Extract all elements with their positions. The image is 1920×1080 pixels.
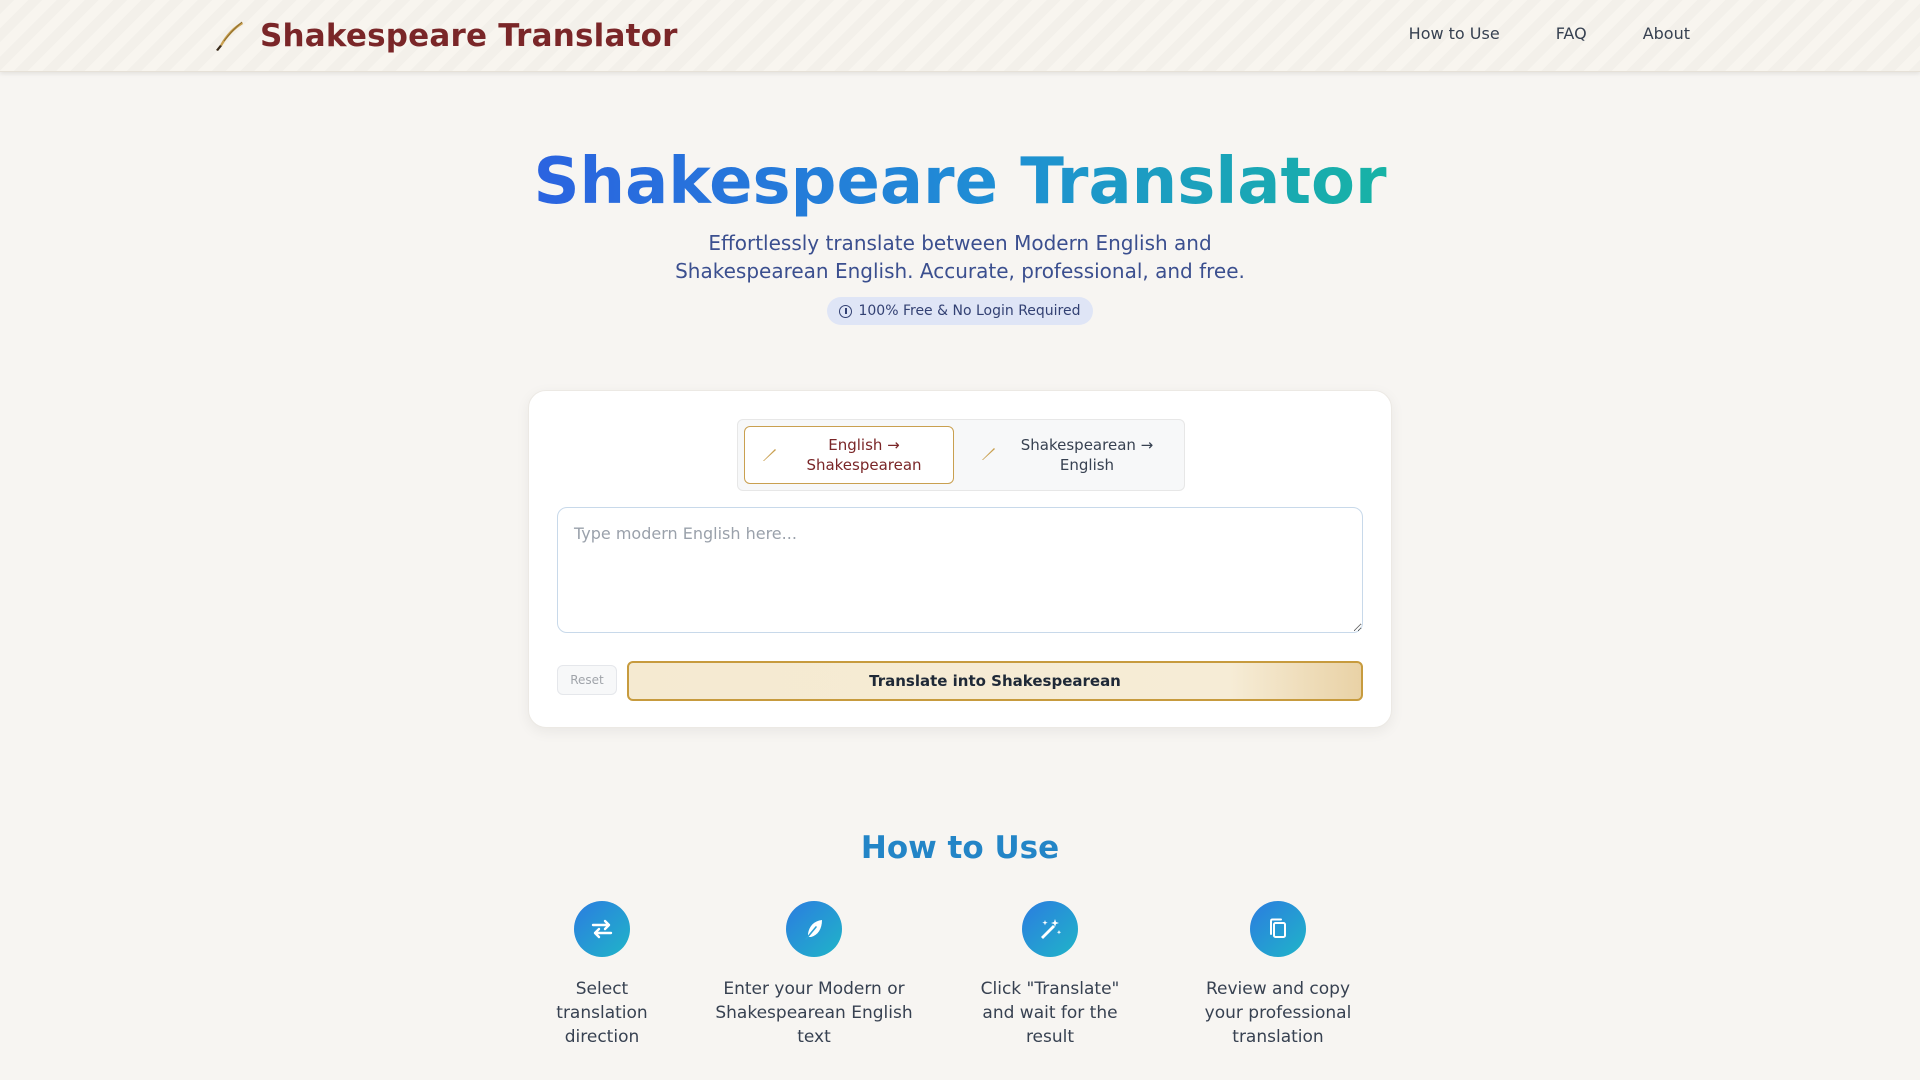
magic-wand-icon xyxy=(1022,901,1078,957)
step-4: Review and copy your professional transl… xyxy=(1178,901,1378,1049)
how-to-use-title: How to Use xyxy=(860,830,1060,866)
hero-title: Shakespeare Translator xyxy=(0,142,1920,222)
site-header: Shakespeare Translator How to Use FAQ Ab… xyxy=(0,0,1920,72)
nav-how-to-use[interactable]: How to Use xyxy=(1409,24,1500,43)
tab-label: English → Shakespearean xyxy=(806,436,922,474)
hero-subtitle: Effortlessly translate between Modern En… xyxy=(675,231,1245,283)
translation-input[interactable] xyxy=(557,507,1363,633)
reset-button[interactable]: Reset xyxy=(557,665,617,695)
nav-about[interactable]: About xyxy=(1643,24,1690,43)
tab-english-to-shakespearean[interactable]: English → Shakespearean xyxy=(744,426,954,484)
info-icon xyxy=(839,304,853,318)
step-3: Click "Translate" and wait for the resul… xyxy=(970,901,1130,1049)
hero-title-part1: Shakespeare xyxy=(533,145,998,219)
feather-icon xyxy=(786,901,842,957)
logo[interactable]: Shakespeare Translator xyxy=(212,18,678,54)
nav-faq[interactable]: FAQ xyxy=(1556,24,1587,43)
step-2: Enter your Modern or Shakespearean Engli… xyxy=(714,901,914,1049)
step-1: Select translation direction xyxy=(522,901,682,1049)
logo-text: Shakespeare Translator xyxy=(260,18,678,54)
translate-button[interactable]: Translate into Shakespearean xyxy=(627,661,1363,701)
copy-icon xyxy=(1250,901,1306,957)
direction-toggle: English → Shakespearean Shakespearean → … xyxy=(737,419,1185,491)
step-text: Select translation direction xyxy=(556,979,648,1047)
main-nav: How to Use FAQ About xyxy=(1353,24,1690,43)
badge-text: 100% Free & No Login Required xyxy=(858,303,1081,319)
step-text: Enter your Modern or Shakespearean Engli… xyxy=(715,979,913,1047)
quill-icon xyxy=(216,21,243,51)
step-text: Click "Translate" and wait for the resul… xyxy=(980,979,1120,1047)
tab-label: Shakespearean → English xyxy=(1020,436,1154,474)
hero-title-part2: Translator xyxy=(1020,145,1387,219)
swap-arrows-icon xyxy=(574,901,630,957)
pen-icon xyxy=(982,448,995,460)
translator-card: English → Shakespearean Shakespearean → … xyxy=(528,390,1392,728)
free-badge: 100% Free & No Login Required xyxy=(827,297,1093,325)
step-text: Review and copy your professional transl… xyxy=(1204,979,1352,1047)
pen-icon xyxy=(763,449,776,461)
tab-shakespearean-to-english[interactable]: Shakespearean → English xyxy=(964,426,1180,484)
